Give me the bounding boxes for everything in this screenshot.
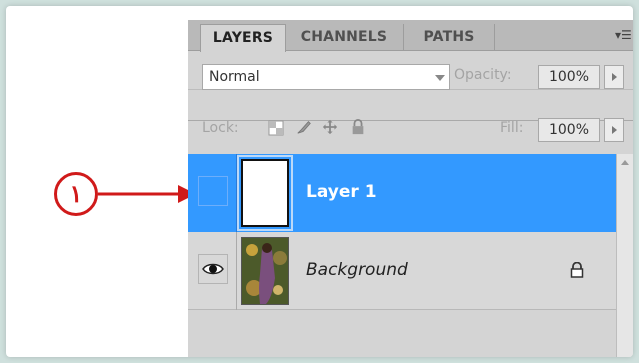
layer-thumbnail-background xyxy=(241,237,289,305)
fill-input[interactable]: 100% xyxy=(538,118,600,142)
visibility-toggle-background[interactable] xyxy=(198,254,228,284)
layer-name-background[interactable]: Background xyxy=(306,260,408,280)
tab-paths[interactable]: PATHS xyxy=(404,24,495,50)
lock-label: Lock: xyxy=(202,120,239,136)
screenshot-card: ١ LAYERS CHANNELS PATHS ▾☰ Normal Opacit… xyxy=(6,6,633,357)
lock-image-pixels-icon[interactable] xyxy=(296,119,312,135)
panel-tabbar: LAYERS CHANNELS PATHS ▾☰ xyxy=(188,20,633,52)
tab-channels[interactable]: CHANNELS xyxy=(285,24,404,50)
fill-label: Fill: xyxy=(500,120,524,136)
blend-mode-value: Normal xyxy=(209,69,260,85)
tab-layers[interactable]: LAYERS xyxy=(200,24,286,52)
chevron-down-icon xyxy=(435,75,445,81)
layer-row-layer-1[interactable]: Layer 1 xyxy=(188,154,616,232)
opacity-input[interactable]: 100% xyxy=(538,65,600,89)
callout-arrow-icon xyxy=(98,185,196,203)
scroll-up-arrow-icon[interactable] xyxy=(621,160,629,165)
layers-list: Layer 1 Background xyxy=(188,154,616,357)
layer-name-layer-1[interactable]: Layer 1 xyxy=(306,182,377,202)
opacity-slider-button[interactable] xyxy=(604,65,624,89)
layers-scrollbar[interactable] xyxy=(616,154,633,357)
fill-slider-button[interactable] xyxy=(604,118,624,142)
lock-icon xyxy=(570,262,584,278)
eye-icon xyxy=(202,263,224,275)
visibility-toggle-layer-1[interactable] xyxy=(198,176,228,206)
lock-position-icon[interactable] xyxy=(322,119,338,135)
panel-menu-icon[interactable]: ▾☰ xyxy=(615,28,632,42)
lock-all-icon[interactable] xyxy=(350,119,366,135)
lock-transparent-pixels-icon[interactable] xyxy=(268,120,284,136)
opacity-label: Opacity: xyxy=(454,67,512,83)
callout-number-badge: ١ xyxy=(54,172,98,216)
layer-thumbnail-layer-1 xyxy=(237,155,293,231)
photo-thumbnail-image xyxy=(242,238,288,304)
divider xyxy=(236,232,237,310)
layer-row-background[interactable]: Background xyxy=(188,232,616,310)
blend-mode-select[interactable]: Normal xyxy=(202,64,450,90)
